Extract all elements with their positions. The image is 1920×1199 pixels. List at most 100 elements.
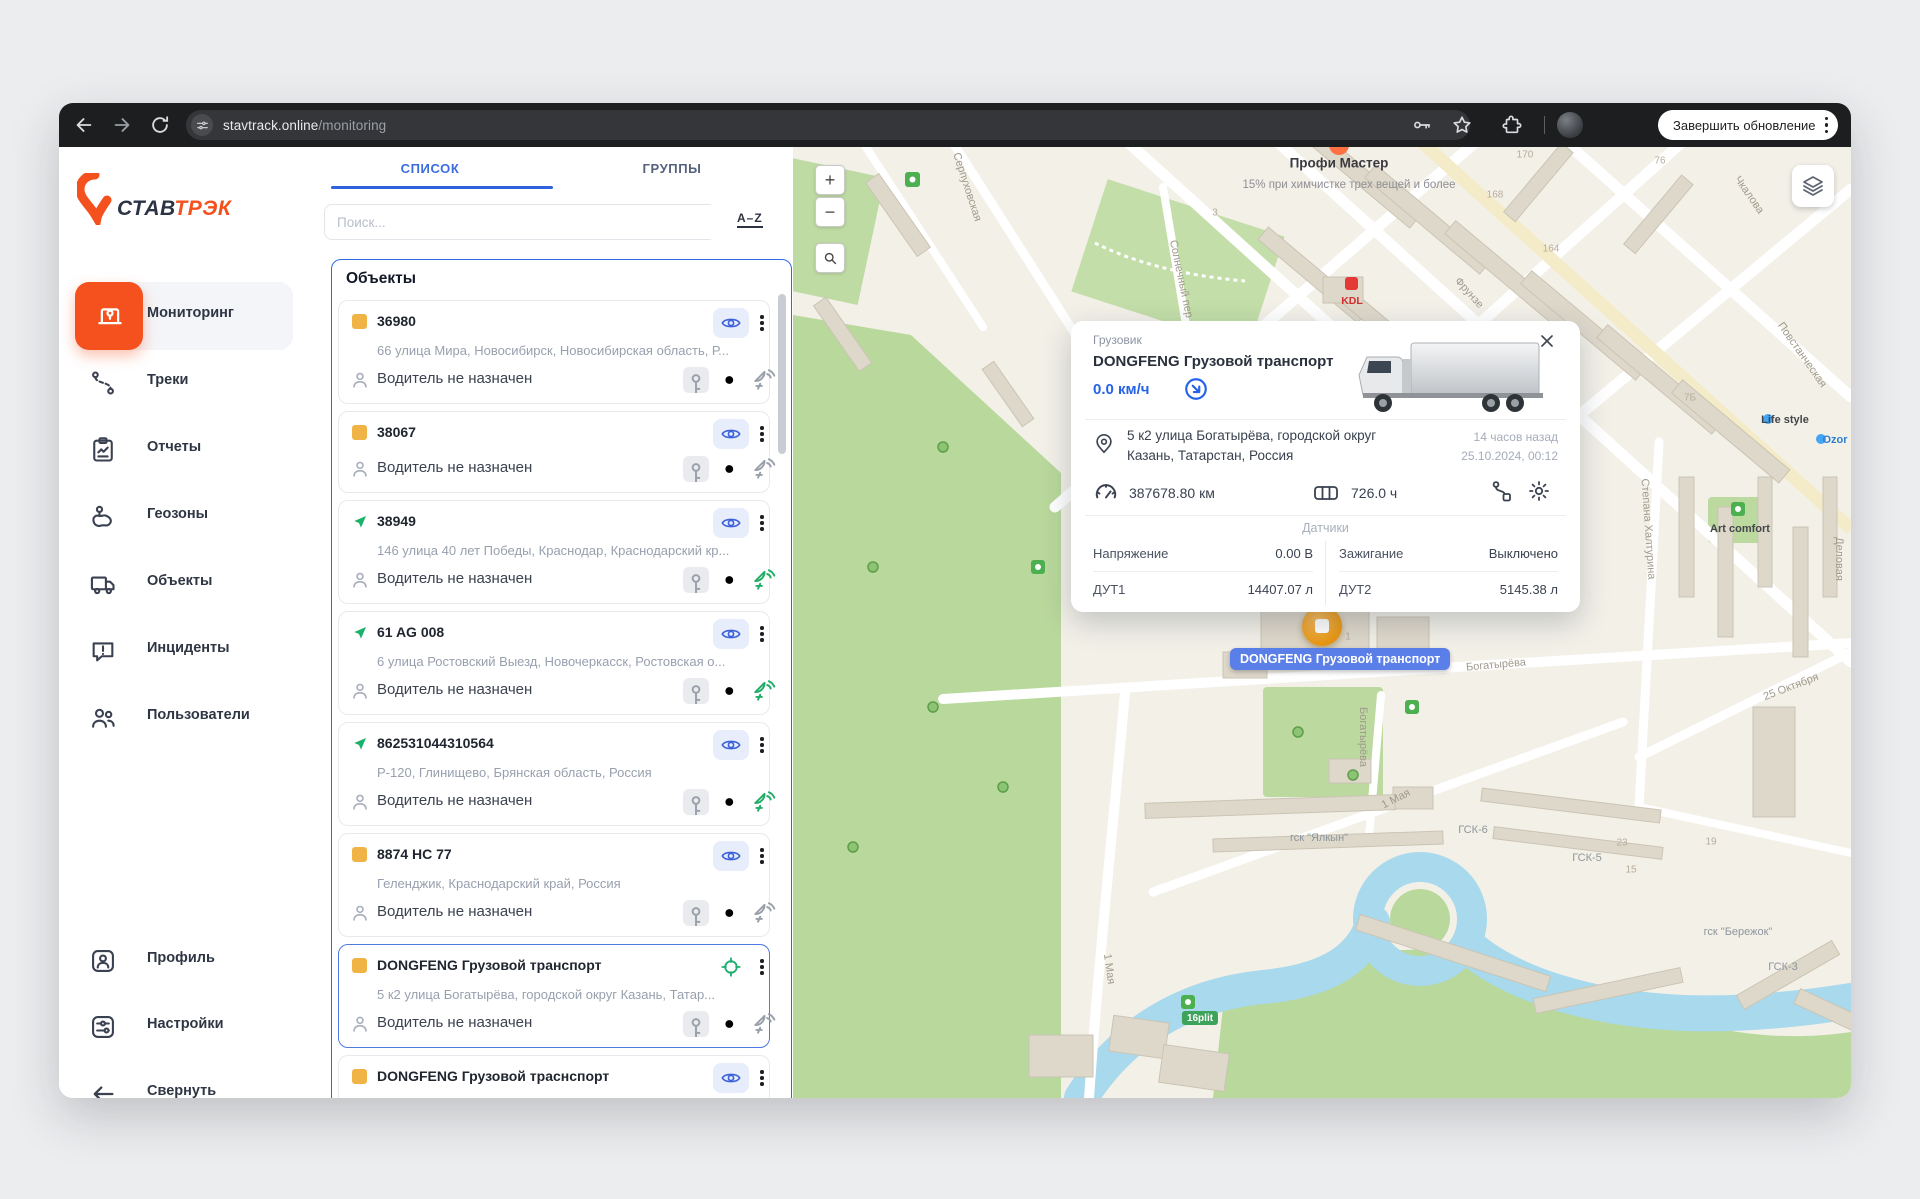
sensor-value: Выключено	[1456, 546, 1558, 561]
signal-dot-icon	[719, 900, 745, 926]
browser-window: stavtrack.online/monitoring Завершить об…	[59, 103, 1851, 1098]
driver-label: Водитель не назначен	[377, 1014, 532, 1031]
settings-icon	[89, 1013, 117, 1041]
sidebar: СТАВТРЭК Мониторинг Треки Отчеты Геозоны	[59, 147, 310, 1098]
url-text: stavtrack.online/monitoring	[223, 118, 386, 133]
site-settings-icon[interactable]	[191, 114, 213, 136]
search-input[interactable]	[324, 204, 716, 240]
vehicle-photo	[1353, 329, 1549, 421]
object-card[interactable]: 862531044310564 Р-120, Глинищево, Брянск…	[338, 722, 770, 826]
address-bar[interactable]: stavtrack.online/monitoring	[186, 110, 1470, 140]
search-field[interactable]	[325, 205, 739, 239]
object-menu-button[interactable]	[755, 311, 769, 335]
object-card[interactable]: 38067 Водитель не назначен	[338, 411, 770, 493]
finish-update-button[interactable]: Завершить обновление	[1658, 110, 1838, 140]
object-card[interactable]: DONGFENG Грузовой транспорт 5 к2 улица Б…	[338, 944, 770, 1048]
sort-az-button[interactable]: A–Z	[737, 211, 763, 228]
tracks-icon	[89, 369, 117, 397]
object-card[interactable]: 38949 146 улица 40 лет Победы, Краснодар…	[338, 500, 770, 604]
driver-label: Водитель не назначен	[377, 459, 532, 476]
ignition-key-icon	[683, 789, 709, 815]
object-card[interactable]: DONGFENG Грузовой траснспорт 71 улица Пе…	[338, 1055, 770, 1098]
object-menu-button[interactable]	[755, 733, 769, 757]
show-track-icon[interactable]	[1490, 479, 1514, 503]
sidebar-item-tracks[interactable]: Треки	[59, 355, 309, 411]
visibility-eye-button[interactable]	[713, 1063, 749, 1093]
object-card[interactable]: 8874 НС 77 Геленджик, Краснодарский край…	[338, 833, 770, 937]
visibility-eye-button[interactable]	[713, 308, 749, 338]
sidebar-item-reports[interactable]: Отчеты	[59, 422, 309, 478]
sidebar-item-monitoring[interactable]: Мониторинг	[59, 288, 309, 344]
map-search-button[interactable]	[815, 243, 845, 273]
browser-menu-icon[interactable]	[1825, 117, 1829, 134]
arrow-left-icon	[89, 1080, 117, 1098]
sidebar-item-profile[interactable]: Профиль	[59, 933, 309, 989]
reload-icon[interactable]	[149, 114, 171, 136]
visibility-eye-button[interactable]	[713, 419, 749, 449]
signal-dot-icon	[719, 1011, 745, 1037]
zoom-out-button[interactable]: −	[815, 197, 845, 227]
object-card[interactable]: 36980 66 улица Мира, Новосибирск, Новоси…	[338, 300, 770, 404]
driver-label: Водитель не назначен	[377, 792, 532, 809]
locate-target-button[interactable]	[713, 952, 749, 982]
map-canvas[interactable]: Профи Мастер15% при химчистке трех вещей…	[793, 147, 1851, 1098]
extensions-puzzle-icon[interactable]	[1501, 114, 1523, 136]
sidebar-collapse-button[interactable]: Свернуть	[59, 1066, 309, 1098]
sensors-title: Датчики	[1071, 521, 1580, 535]
object-menu-button[interactable]	[755, 1066, 769, 1090]
toolbar-separator	[1544, 116, 1545, 134]
sensor-name: ДУТ2	[1339, 582, 1371, 597]
map-layers-button[interactable]	[1792, 165, 1834, 207]
sidebar-item-incidents[interactable]: Инциденты	[59, 623, 309, 679]
sidebar-item-objects[interactable]: Объекты	[59, 556, 309, 612]
bookmark-star-icon[interactable]	[1451, 114, 1473, 136]
driver-label: Водитель не назначен	[377, 370, 532, 387]
popup-address: 5 к2 улица Богатырёва, городской округКа…	[1127, 426, 1395, 467]
vehicle-marker-label[interactable]: DONGFENG Грузовой транспорт	[1230, 648, 1450, 670]
ignition-key-icon	[683, 367, 709, 393]
visibility-eye-button[interactable]	[713, 619, 749, 649]
object-menu-button[interactable]	[755, 511, 769, 535]
driver-row: Водитель не назначен	[339, 898, 769, 932]
monitoring-icon	[95, 300, 125, 330]
driver-row: Водитель не назначен	[339, 676, 769, 710]
forward-icon[interactable]	[111, 114, 133, 136]
visibility-eye-button[interactable]	[713, 841, 749, 871]
objects-group-box: Объекты 36980 66 улица Мира, Новосибирск…	[331, 259, 792, 1098]
visibility-eye-button[interactable]	[713, 508, 749, 538]
back-icon[interactable]	[73, 114, 95, 136]
sidebar-item-geozones[interactable]: Геозоны	[59, 489, 309, 545]
ignition-key-icon	[683, 900, 709, 926]
sensor-row: Напряжение 0.00 В Зажигание Выключено	[1071, 537, 1580, 571]
sensor-value: 0.00 В	[1221, 546, 1313, 561]
zoom-in-button[interactable]: +	[815, 165, 845, 195]
tab-groups[interactable]: ГРУППЫ	[551, 161, 793, 176]
gear-icon[interactable]	[1527, 479, 1551, 503]
vehicle-title: DONGFENG Грузовой транспорт	[1093, 353, 1333, 370]
status-idle-icon	[352, 847, 367, 862]
object-card[interactable]: 61 AG 008 6 улица Ростовский Выезд, Ново…	[338, 611, 770, 715]
object-menu-button[interactable]	[755, 622, 769, 646]
object-address: 6 улица Ростовский Выезд, Новочеркасск, …	[377, 654, 753, 669]
sidebar-item-settings[interactable]: Настройки	[59, 999, 309, 1055]
vehicle-marker[interactable]	[1302, 606, 1342, 646]
driver-person-icon	[349, 680, 371, 702]
tab-list[interactable]: СПИСОК	[309, 161, 551, 176]
odometer-gauge-icon	[1093, 479, 1119, 505]
visibility-eye-button[interactable]	[713, 730, 749, 760]
gps-antenna-icon	[751, 1011, 777, 1037]
object-menu-button[interactable]	[755, 955, 769, 979]
profile-avatar[interactable]	[1557, 112, 1583, 138]
sensor-name: Зажигание	[1339, 546, 1403, 561]
list-scrollbar[interactable]	[778, 294, 786, 454]
signal-dot-icon	[719, 567, 745, 593]
object-menu-button[interactable]	[755, 422, 769, 446]
passwords-key-icon[interactable]	[1411, 114, 1433, 136]
users-icon	[89, 704, 117, 732]
follow-arrow-button[interactable]	[1183, 376, 1209, 402]
object-menu-button[interactable]	[755, 844, 769, 868]
driver-label: Водитель не назначен	[377, 570, 532, 587]
sidebar-item-users[interactable]: Пользователи	[59, 690, 309, 746]
objects-panel: СПИСОК ГРУППЫ A–Z Объекты 36980	[309, 147, 793, 1098]
signal-dot-icon	[719, 789, 745, 815]
